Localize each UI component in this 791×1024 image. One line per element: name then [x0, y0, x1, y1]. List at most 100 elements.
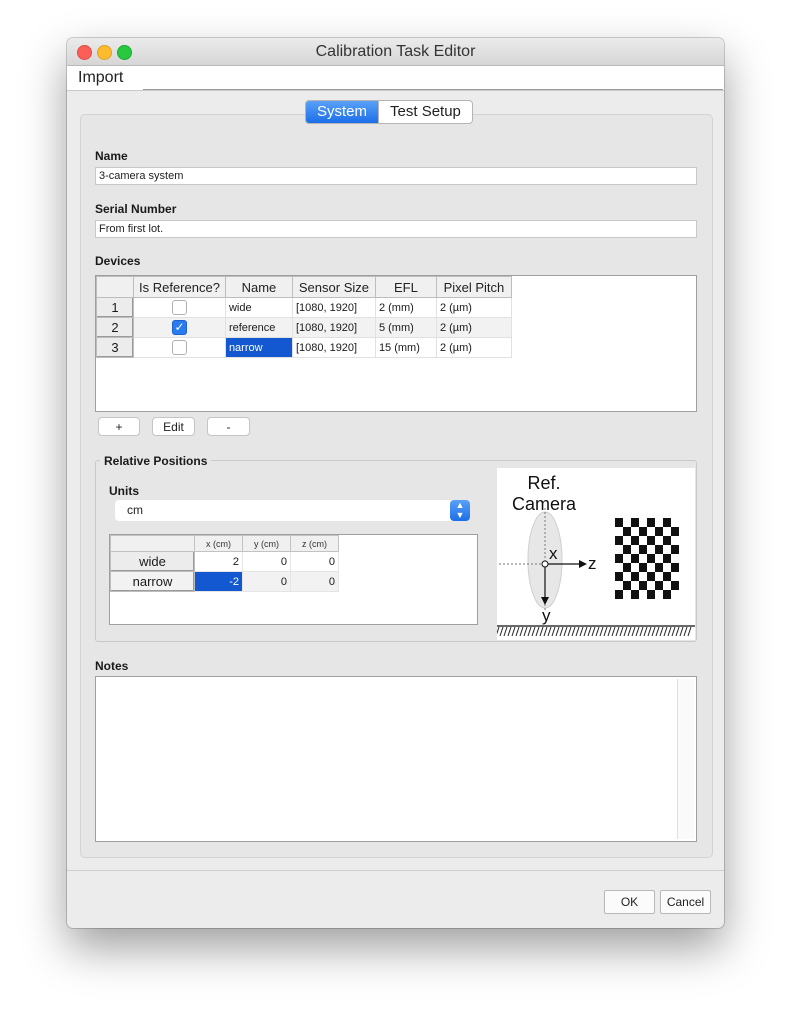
remove-device-button[interactable]: - — [207, 417, 250, 436]
device-name-cell[interactable]: wide — [224, 297, 293, 318]
efl-cell[interactable]: 15 (mm) — [374, 337, 437, 358]
ok-button[interactable]: OK — [604, 890, 655, 914]
hatch-line — [595, 626, 600, 637]
table-row[interactable]: 3 narrow [1080, 1920] 15 (mm) 2 (µm) — [96, 337, 512, 358]
device-name-cell-selected[interactable]: narrow — [224, 337, 293, 358]
sensor-size-cell[interactable]: [1080, 1920] — [291, 297, 376, 318]
column-header-name[interactable]: Name — [224, 276, 293, 298]
column-header-z[interactable]: z (cm) — [290, 535, 339, 552]
efl-cell[interactable]: 5 (mm) — [374, 317, 437, 338]
diagram-axis-y: y — [542, 606, 551, 625]
row-header[interactable]: narrow — [110, 571, 195, 592]
table-corner-header — [110, 535, 195, 552]
relative-positions-table[interactable]: x (cm) y (cm) z (cm) wide 2 0 0 narrow -… — [109, 534, 478, 625]
notes-scrollbar[interactable] — [677, 679, 694, 839]
is-reference-checkbox[interactable] — [171, 300, 187, 315]
units-select-value: cm — [127, 503, 143, 517]
hatch-line — [663, 626, 668, 637]
checker-square — [623, 563, 631, 572]
pixel-pitch-cell[interactable]: 2 (µm) — [435, 317, 512, 338]
units-select[interactable]: cm ▲ ▼ — [115, 500, 470, 521]
device-name-cell[interactable]: reference — [224, 317, 293, 338]
devices-table[interactable]: Is Reference? Name Sensor Size EFL Pixel… — [95, 275, 697, 412]
checker-square — [631, 590, 639, 599]
relative-positions-label: Relative Positions — [100, 454, 212, 468]
edit-device-button[interactable]: Edit — [152, 417, 195, 436]
diagram-axis-z: z — [588, 554, 597, 573]
table-row[interactable]: narrow -2 0 0 — [110, 571, 339, 592]
calibration-task-editor-window: Calibration Task Editor Import System Te… — [67, 38, 724, 928]
is-reference-checkbox-checked[interactable]: ✓ — [171, 320, 187, 335]
table-row[interactable]: 1 wide [1080, 1920] 2 (mm) 2 (µm) — [96, 297, 512, 318]
menu-import[interactable]: Import — [78, 69, 123, 87]
is-reference-cell[interactable] — [133, 297, 226, 318]
checker-square — [655, 563, 663, 572]
name-input[interactable] — [95, 167, 697, 185]
table-row[interactable]: 2 ✓ reference [1080, 1920] 5 (mm) 2 (µm) — [96, 317, 512, 338]
checker-square — [647, 536, 655, 545]
column-header-y[interactable]: y (cm) — [242, 535, 291, 552]
hatch-line — [655, 626, 660, 637]
notes-textarea[interactable] — [95, 676, 697, 842]
tab-test-setup[interactable]: Test Setup — [378, 101, 472, 123]
is-reference-checkbox[interactable] — [171, 340, 187, 355]
row-header[interactable]: wide — [110, 551, 195, 572]
cancel-button[interactable]: Cancel — [660, 890, 711, 914]
hatch-line — [659, 626, 664, 637]
y-cell[interactable]: 0 — [242, 571, 291, 592]
column-header-x[interactable]: x (cm) — [194, 535, 243, 552]
serial-number-input[interactable] — [95, 220, 697, 238]
x-cell[interactable]: 2 — [194, 551, 243, 572]
sensor-size-cell[interactable]: [1080, 1920] — [291, 317, 376, 338]
pixel-pitch-cell[interactable]: 2 (µm) — [435, 297, 512, 318]
diagram-axis-x: x — [549, 544, 558, 563]
checker-square — [647, 518, 655, 527]
y-cell[interactable]: 0 — [242, 551, 291, 572]
hatch-line — [559, 626, 564, 637]
menu-divider — [143, 89, 723, 90]
hatch-line — [575, 626, 580, 637]
column-header-sensor-size[interactable]: Sensor Size — [291, 276, 376, 298]
row-header[interactable]: 2 — [96, 317, 134, 338]
row-header[interactable]: 3 — [96, 337, 134, 358]
checker-square — [639, 581, 647, 590]
column-header-pixel-pitch[interactable]: Pixel Pitch — [435, 276, 512, 298]
hatch-line — [511, 626, 516, 637]
z-cell[interactable]: 0 — [290, 571, 339, 592]
checker-square — [639, 527, 647, 536]
checker-square — [663, 554, 671, 563]
pixel-pitch-cell[interactable]: 2 (µm) — [435, 337, 512, 358]
column-header-efl[interactable]: EFL — [374, 276, 437, 298]
hatch-line — [607, 626, 612, 637]
hatch-line — [551, 626, 556, 637]
is-reference-cell[interactable] — [133, 337, 226, 358]
checker-square — [623, 581, 631, 590]
hatch-line — [515, 626, 520, 637]
efl-cell[interactable]: 2 (mm) — [374, 297, 437, 318]
tab-system[interactable]: System — [306, 101, 379, 123]
x-cell-selected[interactable]: -2 — [194, 571, 243, 592]
menu-bar: Import — [67, 66, 724, 91]
row-header[interactable]: 1 — [96, 297, 134, 318]
checkmark-icon: ✓ — [174, 320, 185, 334]
hatch-line — [635, 626, 640, 637]
hatch-line — [651, 626, 656, 637]
column-header-is-reference[interactable]: Is Reference? — [133, 276, 226, 298]
add-device-button[interactable]: + — [98, 417, 140, 436]
hatch-line — [539, 626, 544, 637]
table-row[interactable]: wide 2 0 0 — [110, 551, 339, 572]
title-bar[interactable]: Calibration Task Editor — [67, 38, 724, 66]
hatch-line — [615, 626, 620, 637]
footer-separator — [67, 870, 724, 871]
checker-square — [663, 536, 671, 545]
is-reference-cell[interactable]: ✓ — [133, 317, 226, 338]
checker-square — [615, 518, 623, 527]
sensor-size-cell[interactable]: [1080, 1920] — [291, 337, 376, 358]
hatch-line — [647, 626, 652, 637]
hatch-line — [507, 626, 512, 637]
checker-square — [615, 554, 623, 563]
checker-square — [639, 545, 647, 554]
z-cell[interactable]: 0 — [290, 551, 339, 572]
checker-square — [647, 590, 655, 599]
checker-square — [647, 572, 655, 581]
